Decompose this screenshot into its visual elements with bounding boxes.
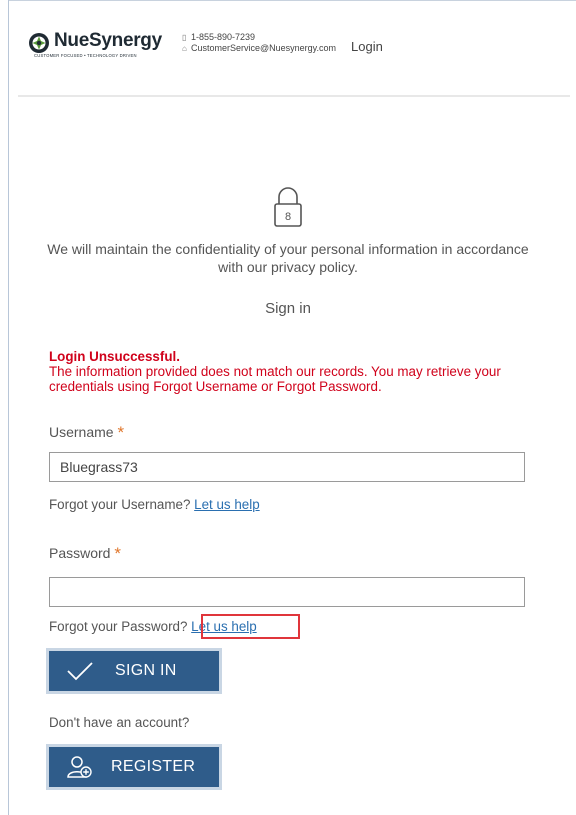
phone-icon: ▯ (182, 33, 187, 42)
error-heading: Login Unsuccessful. (49, 349, 180, 364)
contact-email[interactable]: CustomerService@Nuesynergy.com (191, 43, 336, 54)
username-label-text: Username (49, 424, 114, 440)
password-label-text: Password (49, 545, 111, 561)
username-field[interactable] (49, 452, 525, 482)
site-header: NueSynergy CUSTOMER FOCUSED • TECHNOLOGY… (18, 22, 558, 82)
contact-phone[interactable]: 1-855-890-7239 (191, 32, 255, 43)
home-icon: ⌂ (182, 44, 187, 53)
forgot-password-text: Forgot your Password? (49, 619, 188, 634)
login-error-message: Login Unsuccessful. The information prov… (49, 349, 549, 394)
lock-icon: 8 (274, 187, 302, 227)
window-left-border (8, 0, 9, 815)
header-divider (18, 95, 570, 97)
annotation-highlight-box (201, 614, 300, 639)
sign-in-button[interactable]: SIGN IN (49, 651, 219, 691)
add-user-icon (61, 755, 99, 779)
logo-tagline: CUSTOMER FOCUSED • TECHNOLOGY DRIVEN (34, 53, 137, 58)
forgot-username-row: Forgot your Username? Let us help (49, 497, 260, 512)
logo-wordmark: NueSynergy (54, 30, 162, 51)
no-account-text: Don't have an account? (49, 715, 190, 730)
username-label: Username * (49, 422, 124, 442)
contact-info: ▯ 1-855-890-7239 ⌂ CustomerService@Nuesy… (182, 32, 336, 54)
forgot-username-link[interactable]: Let us help (194, 497, 260, 512)
header-login-link[interactable]: Login (351, 39, 383, 54)
forgot-username-text: Forgot your Username? (49, 497, 191, 512)
error-detail: The information provided does not match … (49, 364, 501, 394)
register-button[interactable]: REGISTER (49, 747, 219, 787)
password-label: Password * (49, 543, 121, 563)
password-field[interactable] (49, 577, 525, 607)
privacy-notice: We will maintain the confidentiality of … (47, 241, 529, 275)
svg-text:8: 8 (285, 211, 291, 223)
required-marker: * (114, 544, 121, 563)
sign-in-label: SIGN IN (115, 662, 177, 679)
register-label: REGISTER (111, 758, 196, 775)
checkmark-icon (61, 661, 99, 681)
logo-mark-icon (29, 33, 49, 53)
required-marker: * (117, 423, 125, 442)
window-top-border (8, 0, 576, 1)
page-title: Sign in (265, 300, 311, 317)
brand-logo[interactable]: NueSynergy CUSTOMER FOCUSED • TECHNOLOGY… (28, 30, 168, 64)
